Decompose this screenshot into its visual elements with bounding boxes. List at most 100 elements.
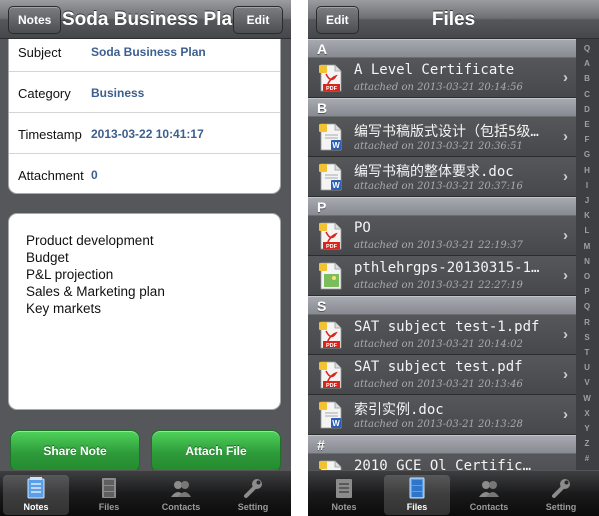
file-attached-date: attached on 2013-03-21 20:13:46 — [354, 379, 523, 390]
image-file-icon — [319, 262, 342, 290]
note-body-line: Budget — [26, 250, 69, 265]
index-letter[interactable]: M — [578, 242, 596, 251]
pdf-file-icon: PDF — [319, 64, 342, 92]
section-header: P — [308, 197, 576, 216]
notepad-icon — [27, 477, 45, 499]
file-attached-date: attached on 2013-03-21 20:36:51 — [354, 141, 523, 152]
file-row[interactable]: PDF PO attached on 2013-03-21 22:19:37 › — [308, 216, 576, 256]
pdf-file-icon: PDF — [319, 321, 342, 349]
file-row[interactable]: W 编写书稿版式设计（包括5级… attached on 2013-03-21 20… — [308, 117, 576, 157]
note-title: Soda Business Plan — [62, 9, 244, 30]
note-body[interactable]: Product development Budget P&L projectio… — [8, 213, 281, 410]
svg-text:W: W — [332, 181, 340, 190]
note-info-card: Subject Soda Business Plan Category Busi… — [8, 30, 281, 194]
index-letter[interactable]: S — [578, 333, 596, 342]
category-row[interactable]: Category Business — [9, 72, 280, 113]
file-row[interactable]: W 编写书稿的整体要求.doc attached on 2013-03-21 20:… — [308, 157, 576, 197]
files-screen: A PDF A Level Certificate attached on 2013-… — [308, 0, 599, 516]
index-letter[interactable]: U — [578, 363, 596, 372]
tab-notes[interactable]: Notes — [3, 475, 69, 515]
right-tab-bar: Notes Files Contacts Setting — [308, 470, 599, 516]
tab-notes-label: Notes — [331, 502, 357, 512]
section-header: S — [308, 296, 576, 315]
file-cabinet-icon — [102, 478, 116, 498]
timestamp-label: Timestamp — [18, 127, 82, 142]
index-letter[interactable]: O — [578, 272, 596, 281]
attach-file-button[interactable]: Attach File — [151, 430, 281, 473]
chevron-right-icon: › — [563, 227, 568, 244]
index-letter[interactable]: I — [578, 181, 596, 190]
index-letter[interactable]: Y — [578, 424, 596, 433]
index-letter[interactable]: D — [578, 105, 596, 114]
notes-back-button[interactable]: Notes — [8, 6, 62, 34]
tab-files[interactable]: Files — [76, 475, 142, 515]
file-attached-date: attached on 2013-03-21 22:19:37 — [354, 240, 523, 251]
index-letter[interactable]: E — [578, 120, 596, 129]
index-letter[interactable]: K — [578, 211, 596, 220]
timestamp-row[interactable]: Timestamp 2013-03-22 10:41:17 — [9, 113, 280, 154]
note-body-line: Product development — [26, 233, 154, 248]
tab-contacts[interactable]: Contacts — [456, 475, 522, 515]
file-name: A Level Certificate — [354, 62, 515, 78]
index-letter[interactable]: F — [578, 135, 596, 144]
svg-text:PDF: PDF — [326, 343, 338, 349]
word-file-icon: W — [319, 401, 342, 429]
index-letter[interactable]: V — [578, 378, 596, 387]
share-note-button[interactable]: Share Note — [10, 430, 140, 473]
file-name: 编写书稿的整体要求.doc — [354, 164, 514, 180]
contacts-icon — [171, 481, 191, 497]
index-letter[interactable]: H — [578, 166, 596, 175]
tab-notes-label: Notes — [23, 502, 49, 512]
index-letter[interactable]: X — [578, 409, 596, 418]
files-title: Files — [431, 9, 476, 30]
file-row[interactable]: W 索引实例.doc attached on 2013-03-21 20:13:28… — [308, 395, 576, 435]
index-letter[interactable]: # — [578, 454, 596, 463]
file-row[interactable]: PDF SAT subject test-1.pdf attached on 201… — [308, 315, 576, 355]
file-attached-date: attached on 2013-03-21 20:14:56 — [354, 82, 523, 93]
index-letter[interactable]: B — [578, 74, 596, 83]
tab-files-label: Files — [406, 502, 428, 512]
file-attached-date: attached on 2013-03-21 20:13:28 — [354, 419, 523, 430]
section-header: # — [308, 435, 576, 454]
chevron-right-icon: › — [563, 326, 568, 343]
index-letter[interactable]: Z — [578, 439, 596, 448]
left-tab-bar: Notes Files Contacts Setting — [0, 470, 291, 516]
tab-setting[interactable]: Setting — [220, 475, 286, 515]
index-letter[interactable]: J — [578, 196, 596, 205]
tab-files-label: Files — [98, 502, 120, 512]
svg-text:PDF: PDF — [326, 86, 338, 92]
pdf-file-icon: PDF — [319, 222, 342, 250]
index-letter[interactable]: Q — [578, 44, 596, 53]
tab-files[interactable]: Files — [384, 475, 450, 515]
file-row[interactable]: PDF SAT subject test.pdf attached on 2013-… — [308, 355, 576, 395]
file-row[interactable]: PDF A Level Certificate attached on 2013-0… — [308, 58, 576, 98]
index-letter[interactable]: P — [578, 287, 596, 296]
tab-contacts[interactable]: Contacts — [148, 475, 214, 515]
index-letter[interactable]: G — [578, 150, 596, 159]
notepad-icon — [336, 479, 352, 498]
left-nav-bar: Notes Soda Business Plan Edit — [0, 0, 291, 39]
category-value: Business — [91, 86, 145, 100]
section-header: A — [308, 39, 576, 58]
right-nav-bar: Edit Files — [308, 0, 599, 39]
attachment-row[interactable]: Attachment 0 — [9, 154, 280, 195]
chevron-right-icon: › — [563, 267, 568, 284]
index-letter[interactable]: N — [578, 257, 596, 266]
pdf-file-icon: PDF — [319, 361, 342, 389]
tab-setting[interactable]: Setting — [528, 475, 594, 515]
index-letter[interactable]: A — [578, 59, 596, 68]
tab-notes[interactable]: Notes — [311, 475, 377, 515]
index-letter[interactable]: C — [578, 90, 596, 99]
index-letter[interactable]: Q — [578, 302, 596, 311]
tab-setting-label: Setting — [237, 502, 269, 512]
file-attached-date: attached on 2013-03-21 20:14:02 — [354, 339, 523, 350]
index-letter[interactable]: T — [578, 348, 596, 357]
index-letter[interactable]: R — [578, 318, 596, 327]
subject-label: Subject — [18, 45, 62, 60]
index-letter[interactable]: W — [578, 394, 596, 403]
file-name: SAT subject test.pdf — [354, 359, 523, 375]
file-row[interactable]: pthlehrgps-20130315-1… attached on 2013-0… — [308, 256, 576, 296]
tab-contacts-label: Contacts — [161, 502, 201, 512]
index-letter[interactable]: L — [578, 226, 596, 235]
edit-note-button[interactable]: Edit — [233, 6, 283, 34]
